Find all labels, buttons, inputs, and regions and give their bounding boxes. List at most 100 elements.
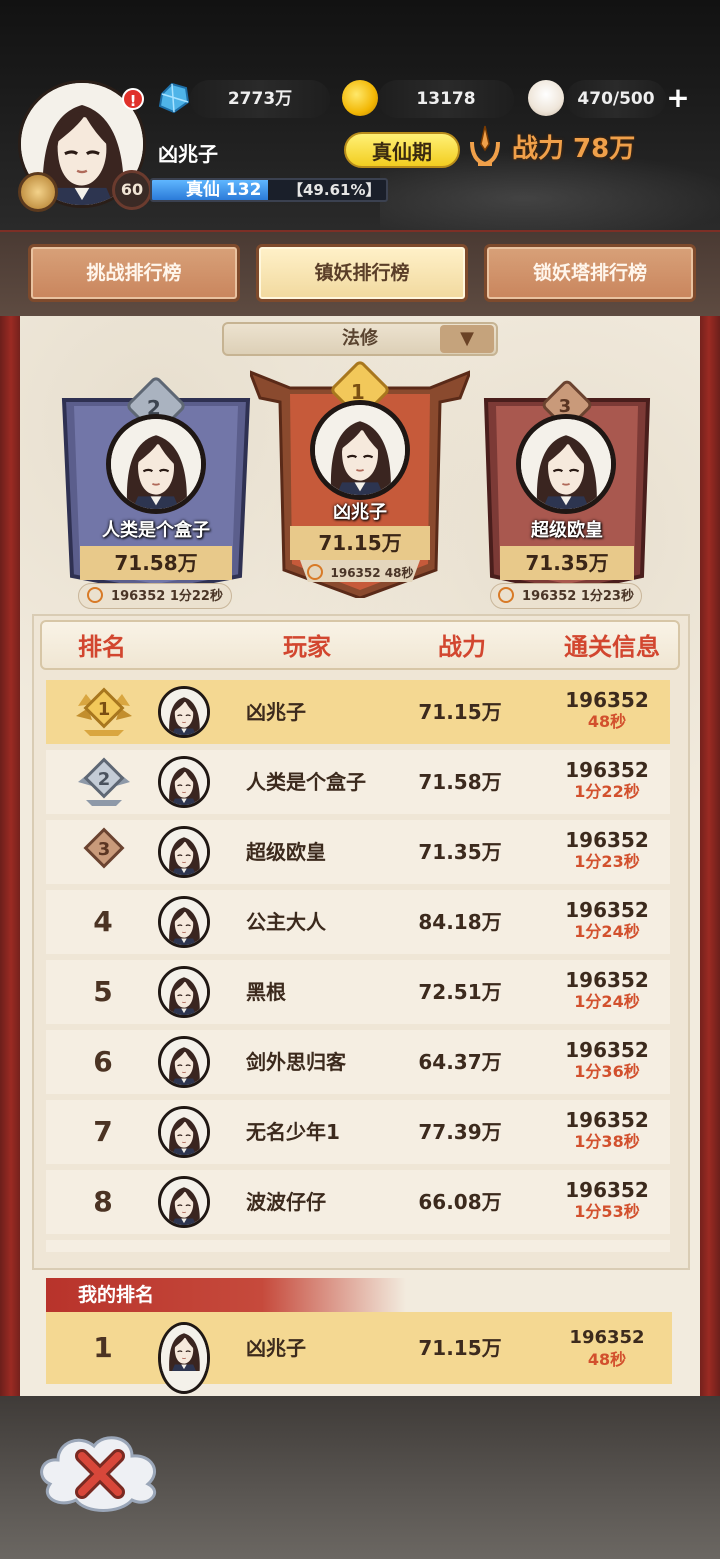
bronze-medal-icon xyxy=(74,826,134,878)
player-power: 71.15万 xyxy=(418,700,502,724)
player-power: 84.18万 xyxy=(418,910,502,934)
table-row[interactable]: 凶兆子 71.15万 196352 48秒 xyxy=(46,680,670,744)
podium-second-time: 196352 1分22秒 xyxy=(78,583,232,609)
player-name: 凶兆子 xyxy=(246,700,306,724)
podium-third-avatar xyxy=(516,414,616,514)
clear-info: 196352 1分22秒 xyxy=(565,758,649,801)
gold-medal-icon xyxy=(74,686,134,738)
player-name: 人类是个盒子 xyxy=(246,770,366,794)
my-rank-row[interactable]: 1 凶兆子 71.15万 196352 48秒 xyxy=(46,1312,672,1394)
header-clear-info: 通关信息 xyxy=(564,633,660,661)
podium-second-power: 71.58万 xyxy=(114,551,198,575)
player-name: 波波仔仔 xyxy=(246,1190,326,1214)
podium-third-name: 超级欧皇 xyxy=(531,520,603,541)
avatar xyxy=(158,686,210,738)
realm-tag: 真仙期 xyxy=(344,132,460,168)
header-power: 战力 xyxy=(438,633,486,661)
player-power: 72.51万 xyxy=(418,980,502,1004)
avatar xyxy=(158,966,210,1018)
exp-bar: 真仙 132 【49.61%】 xyxy=(150,178,388,202)
clear-info: 196352 1分24秒 xyxy=(565,898,649,941)
close-icon[interactable] xyxy=(36,1428,170,1514)
table-row[interactable]: 8 波波仔仔 66.08万 196352 1分53秒 xyxy=(46,1170,670,1234)
right-pillar xyxy=(698,316,720,1416)
clock-icon xyxy=(498,587,515,603)
stamina-count: 470/500 xyxy=(566,80,666,118)
avatar xyxy=(158,1322,210,1394)
podium-first-power: 71.15万 xyxy=(318,531,402,555)
clock-icon xyxy=(87,587,104,603)
podium-second[interactable]: 2 人类是个盒子 71.58万 xyxy=(60,374,252,592)
player-name: 黑根 xyxy=(246,980,286,1004)
my-rank-title: 我的排名 xyxy=(46,1278,406,1312)
table-row[interactable]: 5 黑根 72.51万 196352 1分24秒 xyxy=(46,960,670,1024)
podium-first-time: 196352 48秒 xyxy=(294,562,426,584)
podium-second-avatar xyxy=(106,414,206,514)
clear-info: 196352 1分38秒 xyxy=(565,1108,649,1151)
podium-third-power: 71.35万 xyxy=(525,551,609,575)
ranking-table-header: 排名 玩家 战力 通关信息 xyxy=(40,620,680,670)
table-row-partial[interactable] xyxy=(46,1240,670,1252)
clear-info: 196352 1分36秒 xyxy=(565,1038,649,1081)
table-row[interactable]: 超级欧皇 71.35万 196352 1分23秒 xyxy=(46,820,670,884)
clear-info: 196352 1分24秒 xyxy=(565,968,649,1011)
table-row[interactable]: 6 剑外思归客 64.37万 196352 1分36秒 xyxy=(46,1030,670,1094)
podium-first-name: 凶兆子 xyxy=(333,502,387,523)
ranking-tabs: 挑战排行榜 镇妖排行榜 锁妖塔排行榜 xyxy=(0,230,720,316)
header-player: 玩家 xyxy=(283,633,331,661)
chevron-down-icon[interactable]: ▼ xyxy=(440,325,494,353)
rank-number: 6 xyxy=(93,1045,113,1078)
player-name: 超级欧皇 xyxy=(246,840,326,864)
player-name: 公主大人 xyxy=(246,910,326,934)
silver-medal-icon xyxy=(74,756,134,808)
exp-percentage: 【49.61%】 xyxy=(288,181,381,199)
alert-badge: ! xyxy=(122,88,144,110)
pet-icon[interactable] xyxy=(18,172,58,212)
player-power: 64.37万 xyxy=(418,1050,502,1074)
clear-info: 196352 48秒 xyxy=(565,688,649,731)
class-filter-value: 法修 xyxy=(342,328,378,349)
clear-info: 196352 1分53秒 xyxy=(565,1178,649,1221)
avatar xyxy=(158,896,210,948)
player-power: 66.08万 xyxy=(418,1190,502,1214)
exp-label: 真仙 132 xyxy=(186,180,262,200)
tab-demon-suppression-ranking[interactable]: 镇妖排行榜 xyxy=(256,244,468,302)
table-row[interactable]: 人类是个盒子 71.58万 196352 1分22秒 xyxy=(46,750,670,814)
table-row[interactable]: 7 无名少年1 77.39万 196352 1分38秒 xyxy=(46,1100,670,1164)
level-badge: 60 xyxy=(112,170,152,210)
gems-count: 2773万 xyxy=(190,80,330,118)
table-row[interactable]: 4 公主大人 84.18万 196352 1分24秒 xyxy=(46,890,670,954)
my-player-power: 71.15万 xyxy=(418,1336,502,1360)
tab-challenge-ranking[interactable]: 挑战排行榜 xyxy=(28,244,240,302)
rank-number: 5 xyxy=(93,975,113,1008)
player-power: 71.35万 xyxy=(418,840,502,864)
stamina-bun-icon xyxy=(528,80,564,116)
tab-demon-tower-ranking[interactable]: 锁妖塔排行榜 xyxy=(484,244,696,302)
gem-icon xyxy=(158,82,190,114)
podium-third[interactable]: 3 超级欧皇 71.35万 xyxy=(482,378,652,592)
player-name: 凶兆子 xyxy=(158,142,218,166)
player-name: 剑外思归客 xyxy=(246,1050,346,1074)
left-pillar xyxy=(0,316,22,1416)
avatar xyxy=(158,756,210,808)
avatar xyxy=(158,826,210,878)
clock-icon xyxy=(306,564,323,580)
podium-first[interactable]: 1 凶兆子 71.15万 196352 48秒 xyxy=(250,358,470,598)
podium-first-avatar xyxy=(310,400,410,500)
player-name: 无名少年1 xyxy=(246,1120,340,1144)
my-player-name: 凶兆子 xyxy=(246,1336,306,1360)
podium-third-time: 196352 1分23秒 xyxy=(490,583,642,609)
rank-number: 8 xyxy=(93,1185,113,1218)
avatar xyxy=(158,1176,210,1228)
avatar xyxy=(158,1106,210,1158)
rank-number: 7 xyxy=(93,1115,113,1148)
combat-power: 战力 78万 xyxy=(512,134,636,164)
gold-count: 13178 xyxy=(378,80,514,118)
rank-number: 4 xyxy=(93,905,113,938)
class-filter-dropdown[interactable]: 法修 ▼ xyxy=(222,322,498,356)
power-sword-icon xyxy=(470,125,500,167)
add-stamina-button[interactable]: + xyxy=(664,82,692,114)
clear-info: 196352 1分23秒 xyxy=(565,828,649,871)
header-rank: 排名 xyxy=(78,633,126,661)
gold-icon xyxy=(342,80,378,116)
